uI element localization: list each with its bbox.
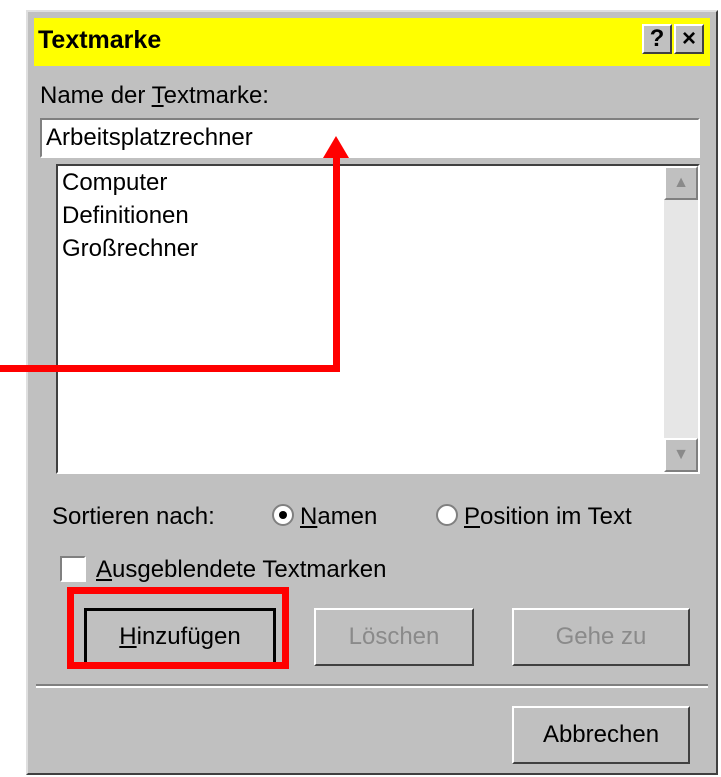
annotation-highlight-box	[67, 587, 289, 669]
list-item[interactable]: Großrechner	[58, 232, 698, 265]
close-button[interactable]: ×	[674, 24, 704, 54]
cancel-button[interactable]: Abbrechen	[512, 706, 690, 764]
annotation-line-horizontal	[0, 365, 339, 372]
title-bar: Textmarke ? ×	[34, 18, 710, 66]
sort-names-label[interactable]: Namen	[300, 503, 377, 531]
sort-position-radio[interactable]	[436, 504, 458, 526]
list-scrollbar[interactable]: ▲ ▼	[664, 166, 698, 472]
scroll-up-button[interactable]: ▲	[664, 166, 698, 200]
sort-label: Sortieren nach:	[52, 503, 215, 530]
hidden-bookmarks-checkbox[interactable]	[60, 556, 86, 582]
separator	[36, 684, 708, 688]
bookmark-list[interactable]: Computer Definitionen Großrechner ▲ ▼	[56, 164, 700, 474]
goto-button[interactable]: Gehe zu	[512, 608, 690, 666]
annotation-line-vertical	[333, 155, 340, 372]
dialog-title: Textmarke	[38, 26, 162, 54]
sort-position-label[interactable]: Position im Text	[464, 503, 632, 531]
bookmark-name-field[interactable]	[40, 118, 700, 158]
bookmark-name-input[interactable]	[42, 120, 698, 156]
annotation-arrowhead	[323, 136, 349, 158]
list-item[interactable]: Computer	[58, 166, 698, 199]
hidden-bookmarks-label[interactable]: Ausgeblendete Textmarken	[96, 556, 386, 584]
scroll-down-button[interactable]: ▼	[664, 438, 698, 472]
radio-selected-dot	[279, 511, 287, 519]
list-item[interactable]: Definitionen	[58, 199, 698, 232]
sort-names-radio[interactable]	[272, 504, 294, 526]
help-button[interactable]: ?	[642, 24, 672, 54]
delete-button[interactable]: Löschen	[314, 608, 474, 666]
name-label: Name der Textmarke:	[40, 82, 269, 109]
